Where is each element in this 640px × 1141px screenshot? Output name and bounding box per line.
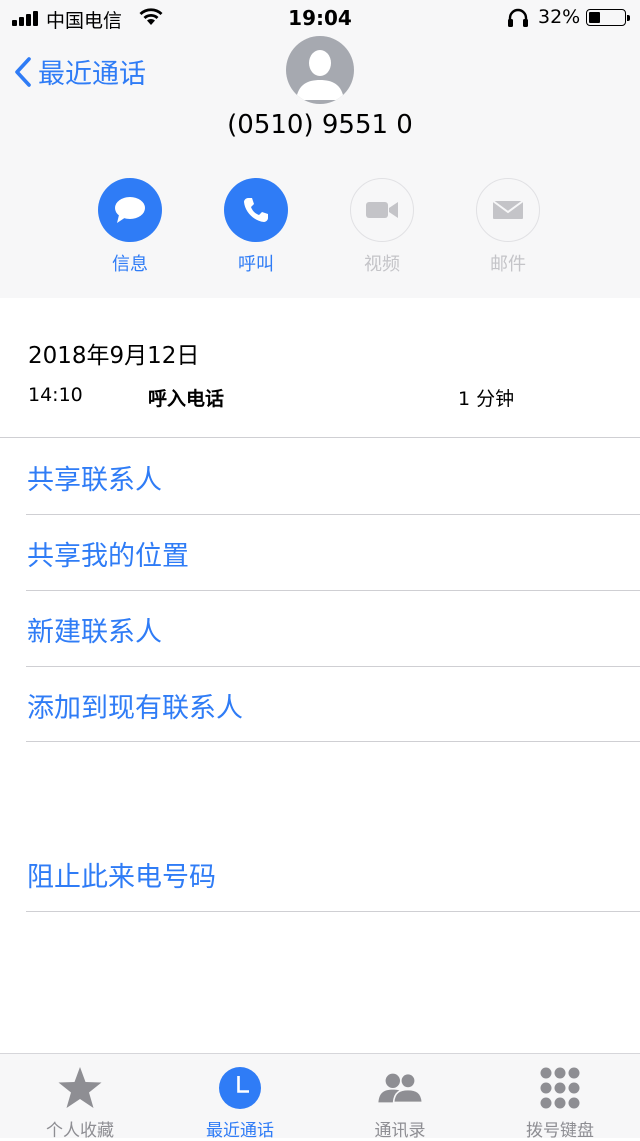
mail-label: 邮件 bbox=[490, 254, 526, 275]
call-duration: 1 分钟 bbox=[458, 388, 515, 410]
battery-icon bbox=[586, 9, 630, 26]
contact-phone-number: (0510) 9551 0 bbox=[227, 110, 413, 140]
call-type: 呼入电话 bbox=[148, 388, 225, 410]
add-to-existing-contact-link[interactable]: 添加到现有联系人 bbox=[27, 686, 243, 725]
call-time: 14:10 bbox=[28, 384, 83, 406]
message-icon bbox=[115, 197, 145, 223]
tab-recents-label: 最近通话 bbox=[206, 1121, 274, 1141]
block-caller-link[interactable]: 阻止此来电号码 bbox=[27, 855, 216, 894]
clock-icon bbox=[219, 1067, 261, 1109]
tab-favorites-label: 个人收藏 bbox=[46, 1121, 114, 1141]
tab-bar: 个人收藏 最近通话 通讯录 拨号键盘 bbox=[0, 1053, 640, 1141]
call-date: 2018年9月12日 bbox=[28, 343, 200, 369]
contact-header: 中国电信 19:04 32% 最近通话 (0510) 9551 0 信息 呼叫 … bbox=[0, 0, 640, 298]
phone-icon bbox=[244, 198, 268, 222]
divider bbox=[26, 666, 640, 667]
share-contact-link[interactable]: 共享联系人 bbox=[27, 458, 162, 497]
mail-icon bbox=[492, 200, 524, 219]
tab-recents[interactable]: 最近通话 bbox=[160, 1054, 320, 1141]
divider bbox=[26, 741, 640, 742]
headphones-icon bbox=[508, 8, 528, 27]
video-label: 视频 bbox=[364, 254, 400, 275]
status-bar: 中国电信 19:04 32% bbox=[0, 0, 640, 36]
battery-percentage: 32% bbox=[538, 6, 581, 28]
mail-button[interactable] bbox=[476, 178, 540, 242]
message-button[interactable] bbox=[98, 178, 162, 242]
call-action[interactable]: 呼叫 bbox=[224, 178, 288, 275]
share-location-link[interactable]: 共享我的位置 bbox=[27, 534, 189, 573]
video-icon bbox=[366, 202, 398, 218]
message-label: 信息 bbox=[112, 254, 148, 275]
contact-avatar bbox=[286, 36, 354, 104]
video-button[interactable] bbox=[350, 178, 414, 242]
contacts-icon bbox=[378, 1072, 424, 1104]
tab-keypad-label: 拨号键盘 bbox=[526, 1121, 594, 1141]
tab-contacts-label: 通讯录 bbox=[374, 1121, 426, 1141]
call-label: 呼叫 bbox=[238, 254, 274, 275]
tab-favorites[interactable]: 个人收藏 bbox=[0, 1054, 160, 1141]
back-button[interactable]: 最近通话 bbox=[14, 52, 146, 91]
chevron-left-icon bbox=[15, 56, 31, 87]
divider bbox=[0, 437, 640, 438]
divider bbox=[26, 514, 640, 515]
keypad-icon bbox=[540, 1067, 580, 1109]
back-button-label: 最近通话 bbox=[38, 59, 146, 90]
person-silhouette-icon bbox=[296, 50, 344, 100]
divider bbox=[26, 590, 640, 591]
tab-keypad[interactable]: 拨号键盘 bbox=[480, 1054, 640, 1141]
divider bbox=[26, 911, 640, 912]
new-contact-link[interactable]: 新建联系人 bbox=[27, 610, 162, 649]
call-button[interactable] bbox=[224, 178, 288, 242]
star-icon bbox=[58, 1067, 102, 1108]
mail-action[interactable]: 邮件 bbox=[476, 178, 540, 275]
tab-contacts[interactable]: 通讯录 bbox=[320, 1054, 480, 1141]
video-action[interactable]: 视频 bbox=[350, 178, 414, 275]
message-action[interactable]: 信息 bbox=[98, 178, 162, 275]
